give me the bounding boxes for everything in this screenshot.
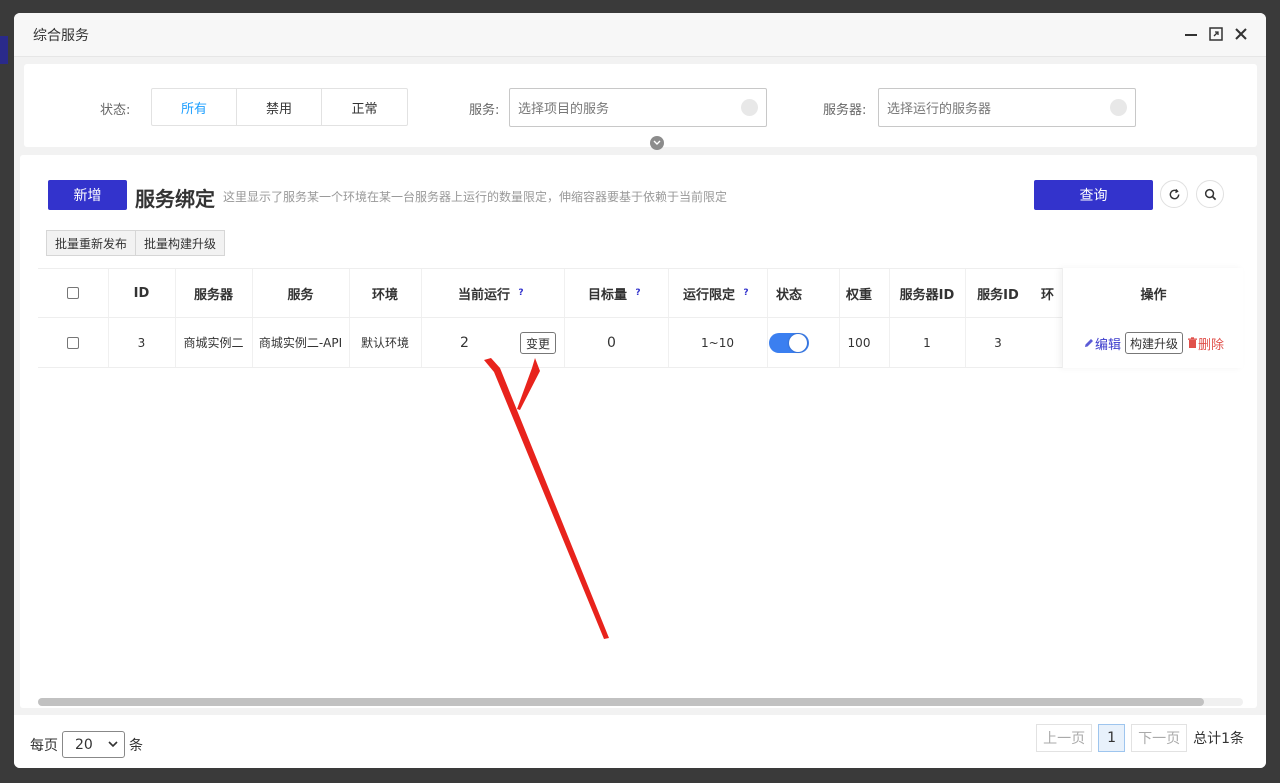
target-input[interactable]: 0 xyxy=(603,330,663,356)
clear-circle-icon xyxy=(741,99,758,116)
cell-server: 商城实例二 xyxy=(183,336,244,350)
prev-page-button[interactable]: 上一页 xyxy=(1036,724,1093,752)
header-env-truncated[interactable]: 环 xyxy=(1041,269,1062,317)
cell-service-id: 3 xyxy=(994,335,1002,350)
cell-limit: 1~10 xyxy=(701,335,734,350)
pagination-bar: 每页 20 条 上一页 1 下一页 总计1条 xyxy=(14,715,1266,768)
service-select-placeholder: 选择项目的服务 xyxy=(518,102,610,117)
cell-weight: 100 xyxy=(847,335,871,350)
add-button[interactable]: 新增 xyxy=(48,180,127,210)
header-id[interactable]: ID xyxy=(108,269,175,317)
background-app-strip xyxy=(0,36,8,64)
header-status[interactable]: 状态 xyxy=(767,269,811,317)
batch-redeploy-button[interactable]: 批量重新发布 xyxy=(46,230,137,256)
header-service[interactable]: 服务 xyxy=(252,269,349,317)
header-target[interactable]: 目标量? xyxy=(564,269,668,317)
server-filter-label: 服务器: xyxy=(823,103,867,118)
refresh-icon[interactable] xyxy=(1160,180,1188,208)
header-ops: 操作 xyxy=(1140,287,1167,303)
header-server-id[interactable]: 服务器ID xyxy=(889,269,965,317)
per-page-value: 20 xyxy=(75,736,93,753)
help-icon[interactable]: ? xyxy=(740,287,752,299)
header-weight[interactable]: 权重 xyxy=(839,269,879,317)
change-button[interactable]: 变更 xyxy=(520,332,556,354)
header-current-running-label: 当前运行 xyxy=(457,287,510,303)
page-description: 这里显示了服务某一个环境在某一台服务器上运行的数量限定，伸缩容器要基于依赖于当前… xyxy=(223,190,728,204)
header-limit-label: 运行限定 xyxy=(682,287,735,303)
operations-column: 操作 编辑 构建升级 删除 xyxy=(1062,268,1243,368)
per-page-suffix: 条 xyxy=(129,737,143,754)
current-running-input[interactable]: 2 xyxy=(456,330,516,356)
row-checkbox[interactable] xyxy=(67,336,79,349)
horizontal-scrollbar[interactable] xyxy=(38,698,1243,706)
status-option-normal[interactable]: 正常 xyxy=(322,89,407,125)
clear-circle-icon xyxy=(1110,99,1127,116)
server-select[interactable]: 选择运行的服务器 xyxy=(878,88,1136,127)
per-page-control: 每页 20 条 xyxy=(30,731,143,758)
edit-link[interactable]: 编辑 xyxy=(1083,334,1121,353)
service-binding-table: ID 服务器 服务 环境 当前运行? 目标量? 运行限定? 状态 权重 服务器I… xyxy=(38,268,1243,368)
header-server[interactable]: 服务器 xyxy=(175,269,252,317)
dialog-title: 综合服务 xyxy=(33,28,89,44)
build-upgrade-button[interactable]: 构建升级 xyxy=(1124,332,1183,354)
edit-label: 编辑 xyxy=(1094,337,1121,353)
filter-panel: 状态: 所有 禁用 正常 服务: 选择项目的服务 服务器: 选择运行的服务器 xyxy=(24,64,1257,150)
cell-env: 默认环境 xyxy=(360,336,409,350)
header-current-running[interactable]: 当前运行? xyxy=(421,269,564,317)
delete-link[interactable]: 删除 xyxy=(1187,334,1224,353)
status-filter-label: 状态: xyxy=(100,103,131,118)
page-button-current[interactable]: 1 xyxy=(1098,724,1126,752)
chevron-down-icon xyxy=(108,735,118,756)
close-icon[interactable] xyxy=(1232,25,1250,43)
status-option-disabled[interactable]: 禁用 xyxy=(237,89,322,125)
pager: 上一页 1 下一页 总计1条 xyxy=(1036,724,1244,752)
next-page-button[interactable]: 下一页 xyxy=(1131,724,1188,752)
total-count: 总计1条 xyxy=(1193,731,1244,747)
toggle-knob xyxy=(789,333,807,352)
per-page-select[interactable]: 20 xyxy=(62,731,125,758)
maximize-icon[interactable] xyxy=(1207,25,1225,43)
scrollbar-thumb[interactable] xyxy=(38,698,1204,706)
per-page-prefix: 每页 xyxy=(30,737,58,754)
search-icon[interactable] xyxy=(1196,180,1224,208)
service-filter-label: 服务: xyxy=(469,103,500,118)
header-limit[interactable]: 运行限定? xyxy=(668,269,767,317)
minimize-icon[interactable] xyxy=(1182,25,1200,43)
select-all-checkbox[interactable] xyxy=(67,287,79,299)
service-binding-panel: 新增 服务绑定 这里显示了服务某一个环境在某一台服务器上运行的数量限定，伸缩容器… xyxy=(20,155,1257,708)
row-actions: 编辑 构建升级 删除 xyxy=(1063,318,1244,368)
header-target-label: 目标量 xyxy=(587,287,627,303)
trash-icon xyxy=(1188,337,1197,348)
page-title: 服务绑定 xyxy=(135,187,215,211)
status-option-all[interactable]: 所有 xyxy=(152,89,237,125)
header-service-id[interactable]: 服务ID xyxy=(965,269,1031,317)
cell-service: 商城实例二-API xyxy=(258,336,343,350)
query-button[interactable]: 查询 xyxy=(1034,180,1153,210)
pencil-icon xyxy=(1084,339,1093,347)
service-dialog: 综合服务 状态: 所有 禁用 正常 服务: 选择项目的服务 服务器: 选择运行的… xyxy=(14,13,1266,768)
batch-actions: 批量重新发布 批量构建升级 xyxy=(46,230,226,256)
help-icon[interactable]: ? xyxy=(515,287,527,299)
status-toggle[interactable] xyxy=(769,332,809,353)
chevron-down-icon[interactable] xyxy=(650,136,664,150)
dialog-titlebar: 综合服务 xyxy=(14,13,1266,57)
help-icon[interactable]: ? xyxy=(632,287,644,299)
batch-build-button[interactable]: 批量构建升级 xyxy=(136,230,226,256)
cell-id: 3 xyxy=(137,335,146,350)
status-filter-group: 所有 禁用 正常 xyxy=(151,88,408,126)
delete-label: 删除 xyxy=(1198,337,1225,353)
header-env[interactable]: 环境 xyxy=(349,269,421,317)
server-select-placeholder: 选择运行的服务器 xyxy=(887,102,992,117)
cell-server-id: 1 xyxy=(923,335,931,350)
service-select[interactable]: 选择项目的服务 xyxy=(509,88,767,127)
